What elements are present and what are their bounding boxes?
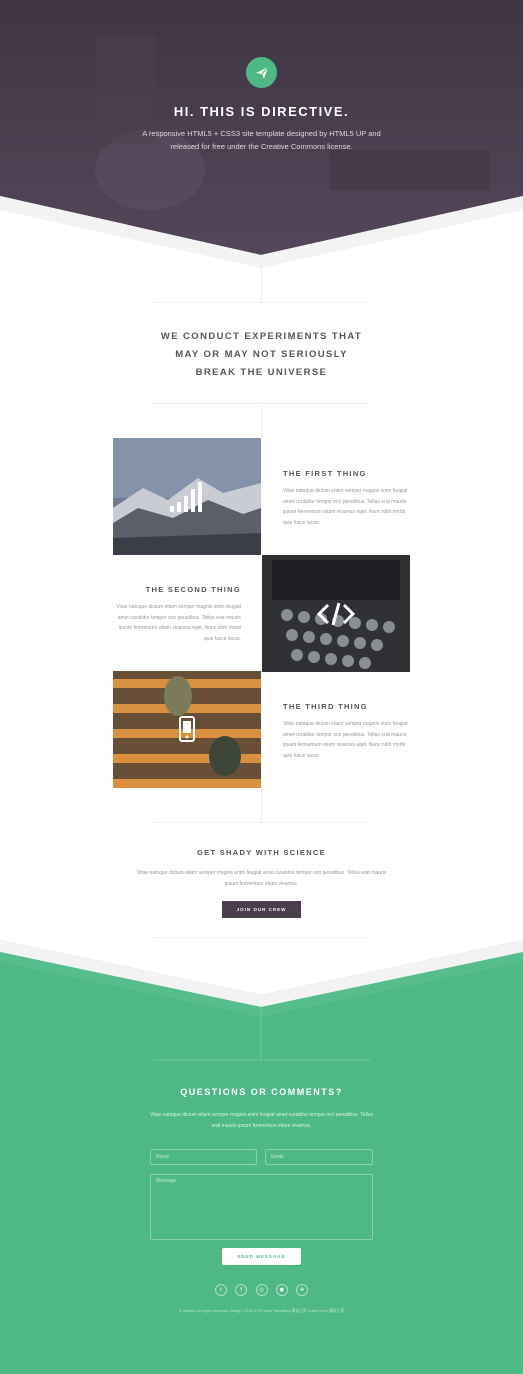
feature-image-stairs (113, 671, 261, 788)
contact-title: QUESTIONS OR COMMENTS? (180, 1087, 343, 1097)
hero-title: HI. THIS IS DIRECTIVE. (173, 104, 350, 119)
intro-heading-line: MAY OR MAY NOT SERIOUSLY (175, 349, 348, 360)
instagram-icon[interactable]: ◎ (255, 1284, 268, 1296)
feature-title: THE THIRD THING (283, 702, 368, 711)
feature-title: THE SECOND THING (145, 585, 241, 594)
feature-text: Vitae natoque dictum etiam semper magnis… (116, 604, 241, 642)
email-field[interactable] (265, 1149, 373, 1165)
send-message-button[interactable]: SEND MESSAGE (222, 1248, 301, 1265)
divider-line (261, 258, 262, 302)
divider-line (261, 403, 262, 438)
feature-image-typewriter (262, 555, 410, 672)
hero-subtitle: A responsive HTML5 + CSS3 site template … (142, 129, 381, 151)
paper-plane-icon (255, 66, 268, 79)
copyright-text: © Untitled. All rights reserved. Design:… (178, 1309, 345, 1313)
bar-chart-icon (170, 482, 202, 512)
header-banner: HI. THIS IS DIRECTIVE. A responsive HTML… (0, 0, 523, 270)
intro-heading: WE CONDUCT EXPERIMENTS THAT MAY OR MAY N… (130, 328, 393, 382)
name-field[interactable] (150, 1149, 257, 1165)
facebook-icon[interactable]: f (235, 1284, 248, 1296)
feature-text: Vitae natoque dictum etiam semper magnis… (283, 488, 408, 526)
divider-line (153, 937, 370, 938)
intro-heading-line: WE CONDUCT EXPERIMENTS THAT (160, 331, 363, 342)
message-field[interactable] (150, 1174, 373, 1240)
feature-third: THE THIRD THING Vitae natoque dictum eti… (283, 702, 413, 761)
divider-line (261, 787, 262, 822)
twitter-icon[interactable]: t (215, 1284, 227, 1296)
logo-badge[interactable] (246, 57, 277, 88)
feature-title: THE FIRST THING (283, 469, 367, 478)
contact-text: Vitae natoque dictum etiam semper magnis… (150, 1112, 373, 1129)
join-our-crew-button[interactable]: JOIN OUR CREW (222, 901, 301, 918)
mobile-icon (179, 716, 195, 742)
feature-second: THE SECOND THING Vitae natoque dictum et… (111, 585, 241, 644)
divider-line (153, 822, 370, 823)
cta-text: Vitae natoque dictum etiam semper magnis… (136, 870, 387, 887)
divider-line (153, 302, 370, 303)
feature-text: Vitae natoque dictum etiam semper magnis… (283, 721, 408, 759)
github-icon[interactable]: ● (275, 1284, 288, 1296)
code-icon (316, 602, 356, 626)
cta-title: GET SHADY WITH SCIENCE (197, 848, 326, 857)
feature-first: THE FIRST THING Vitae natoque dictum eti… (283, 469, 413, 528)
social-links: t f ◎ ● ⊛ (215, 1284, 308, 1297)
dribbble-icon[interactable]: ⊛ (296, 1284, 308, 1296)
intro-heading-line: BREAK THE UNIVERSE (195, 367, 328, 378)
feature-image-mountains (113, 438, 261, 555)
